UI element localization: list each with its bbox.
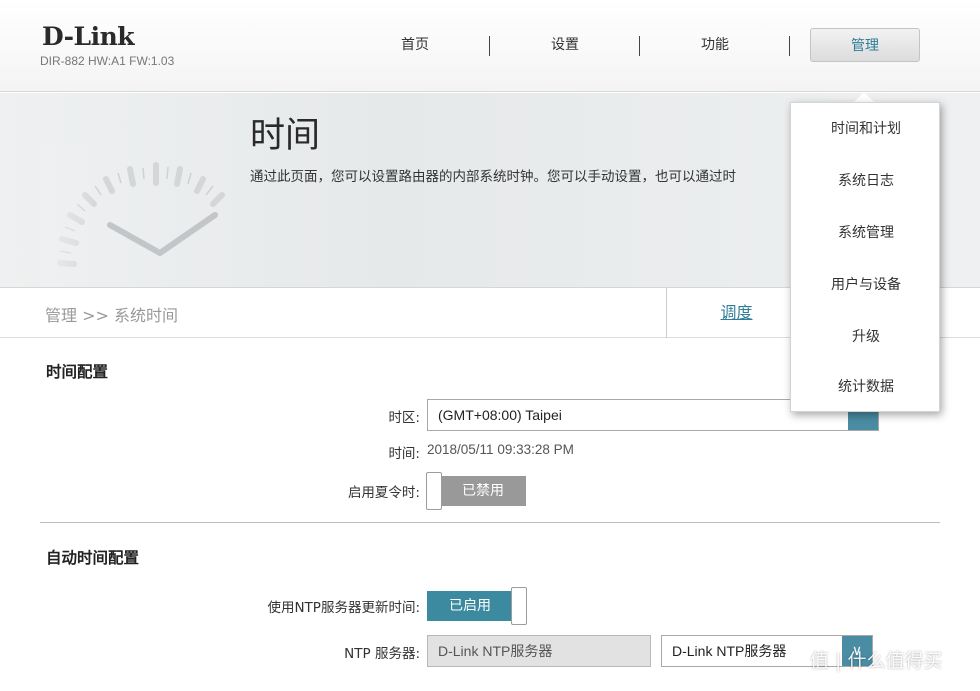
nav-features[interactable]: 功能: [660, 28, 770, 62]
timezone-label: 时区:: [388, 410, 420, 426]
ntp-server-label: NTP 服务器:: [344, 646, 420, 662]
menu-item-system-admin[interactable]: 系统管理: [791, 207, 941, 259]
nav-separator: [789, 36, 790, 56]
ntp-server-field[interactable]: D-Link NTP服务器: [427, 635, 651, 667]
watermark: 值 | 什么值得买: [810, 650, 943, 672]
menu-item-system-log[interactable]: 系统日志: [791, 155, 941, 207]
nav-settings[interactable]: 设置: [510, 28, 620, 62]
ntp-update-toggle-knob[interactable]: [511, 587, 527, 625]
management-dropdown-menu: 时间和计划 系统日志 系统管理 用户与设备 升级 统计数据: [790, 102, 940, 412]
clock-icon: [40, 143, 225, 287]
menu-item-upgrade[interactable]: 升级: [791, 311, 941, 363]
breadcrumb: 管理 >> 系统时间: [45, 306, 178, 325]
time-label: 时间:: [388, 446, 420, 462]
page-title: 时间: [250, 116, 321, 156]
menu-item-time-and-schedule[interactable]: 时间和计划: [791, 103, 941, 155]
ntp-update-toggle-state: 已启用: [427, 591, 513, 621]
page-description: 通过此页面，您可以设置路由器的内部系统时钟。您可以手动设置，也可以通过时: [250, 169, 736, 185]
timezone-value: (GMT+08:00) Taipei: [438, 407, 562, 423]
dst-toggle[interactable]: 已禁用: [426, 472, 528, 510]
dlink-logo: D-Link: [42, 22, 135, 51]
ntp-server-select-value: D-Link NTP服务器: [672, 643, 787, 659]
nav-separator: [639, 36, 640, 56]
time-value: 2018/05/11 09:33:28 PM: [427, 442, 574, 457]
nav-home[interactable]: 首页: [360, 28, 470, 62]
header: D-Link DIR-882 HW:A1 FW:1.03 首页 设置 功能 管理: [0, 0, 980, 92]
hardware-info: DIR-882 HW:A1 FW:1.03: [40, 54, 175, 68]
ntp-update-toggle[interactable]: 已启用: [427, 587, 529, 625]
menu-item-statistics[interactable]: 统计数据: [791, 361, 941, 413]
tab-schedule[interactable]: 调度: [666, 288, 806, 338]
nav-management[interactable]: 管理: [810, 28, 920, 62]
dst-label: 启用夏令时:: [347, 485, 420, 501]
dst-toggle-state: 已禁用: [440, 476, 526, 506]
section-title-auto-time: 自动时间配置: [46, 549, 140, 567]
nav-separator: [489, 36, 490, 56]
dst-toggle-knob[interactable]: [426, 472, 442, 510]
tab-schedule-link[interactable]: 调度: [720, 303, 752, 322]
menu-item-users-devices[interactable]: 用户与设备: [791, 259, 941, 311]
ntp-update-label: 使用NTP服务器更新时间:: [267, 600, 420, 616]
section-divider: [40, 522, 940, 523]
section-title-time-config: 时间配置: [46, 363, 109, 381]
